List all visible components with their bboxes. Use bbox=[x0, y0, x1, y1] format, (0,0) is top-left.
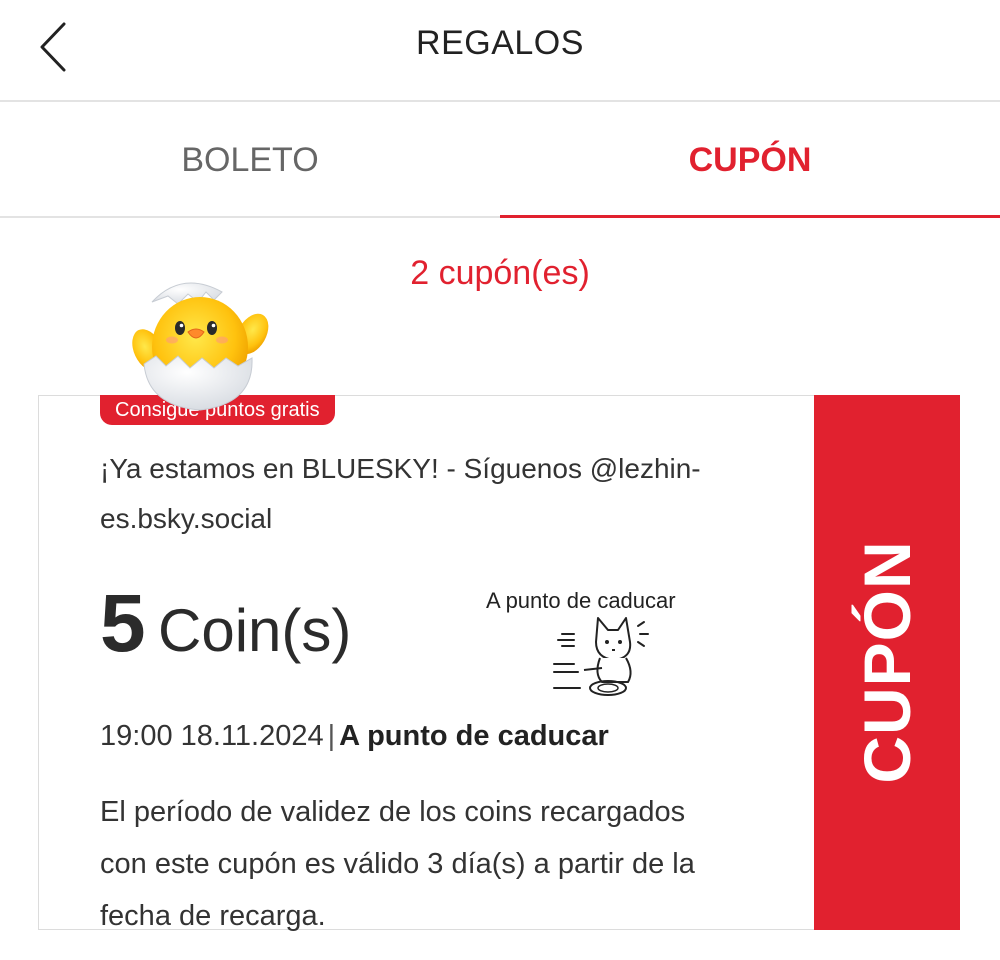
coupon-stub-label: CUPÓN bbox=[850, 540, 924, 784]
page-title: REGALOS bbox=[416, 24, 584, 62]
expiry-date: 19:00 18.11.2024 bbox=[100, 720, 324, 752]
coin-unit: Coin(s) bbox=[158, 597, 352, 664]
tab-boleto[interactable]: BOLETO bbox=[0, 104, 500, 218]
coupon-stub[interactable]: CUPÓN bbox=[814, 395, 960, 930]
tab-cupon[interactable]: CUPÓN bbox=[500, 104, 1000, 218]
coupon-description: El período de validez de los coins recar… bbox=[100, 796, 695, 932]
hatching-chick-icon bbox=[130, 272, 275, 417]
running-cat-icon bbox=[550, 612, 660, 700]
active-tab-indicator bbox=[500, 215, 1000, 218]
expiry-status: A punto de caducar bbox=[339, 720, 609, 752]
separator: | bbox=[327, 720, 336, 752]
coupon-title: ¡Ya estamos en BLUESKY! - Síguenos @lezh… bbox=[100, 453, 701, 534]
app-header: REGALOS bbox=[0, 0, 1000, 102]
coin-amount: 5 bbox=[100, 578, 146, 669]
expiring-label: A punto de caducar bbox=[486, 588, 676, 613]
tab-bar: BOLETO CUPÓN bbox=[0, 104, 1000, 218]
expiry-line: 19:00 18.11.2024 | A punto de caducar bbox=[100, 720, 609, 753]
